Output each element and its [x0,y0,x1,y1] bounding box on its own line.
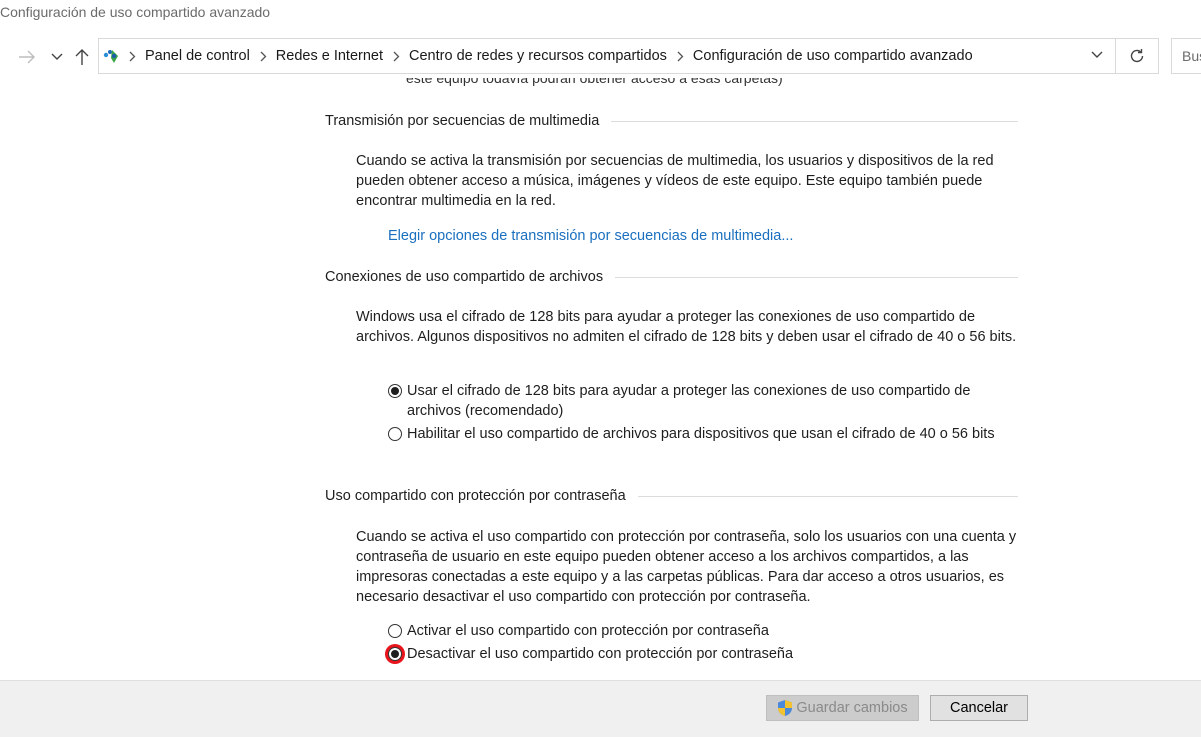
radio-button[interactable] [388,647,402,661]
section-description: Cuando se activa el uso compartido con p… [356,529,1017,605]
section-divider [611,120,1018,122]
radio-option-disable-password-protection[interactable]: Desactivar el uso compartido con protecc… [387,644,1007,664]
forward-button[interactable] [17,46,37,68]
shield-icon [778,700,793,716]
search-input[interactable]: Bus [1171,38,1201,74]
chevron-down-icon [51,53,63,60]
address-bar[interactable]: Panel de control Redes e Internet Centro… [98,38,1116,74]
cancel-button[interactable]: Cancelar [930,695,1028,721]
radio-option-128bit[interactable]: Usar el cifrado de 128 bits para ayudar … [387,381,1007,421]
footer-bar: Guardar cambios Cancelar [0,680,1201,737]
chevron-right-icon [677,51,684,62]
up-button[interactable] [72,46,92,68]
radio-button[interactable] [388,624,402,638]
breadcrumb-advanced-sharing[interactable]: Configuración de uso compartido avanzado [693,48,973,64]
section-password-protection-header: Uso compartido con protección por contra… [325,488,1018,504]
radio-button[interactable] [388,427,402,441]
chevron-right-icon [260,51,267,62]
save-changes-button[interactable]: Guardar cambios [766,695,919,721]
window-title: Configuración de uso compartido avanzado [0,4,271,20]
arrow-up-icon [75,49,89,65]
arrow-right-icon [19,50,35,64]
recent-locations-button[interactable] [47,46,67,68]
section-title: Conexiones de uso compartido de archivos [325,269,604,285]
radio-label: Habilitar el uso compartido de archivos … [407,426,995,442]
breadcrumb-network-sharing-center[interactable]: Centro de redes y recursos compartidos [409,48,667,64]
radio-label: Usar el cifrado de 128 bits para ayudar … [407,383,971,419]
refresh-icon [1130,49,1144,63]
radio-label: Activar el uso compartido con protección… [407,623,769,639]
radio-button[interactable] [388,384,402,398]
chevron-right-icon [393,51,400,62]
address-dropdown-button[interactable] [1091,51,1103,59]
control-panel-icon [103,47,121,65]
navigation-bar: Panel de control Redes e Internet Centro… [0,36,1201,78]
section-media-streaming-header: Transmisión por secuencias de multimedia [325,113,1018,129]
section-title: Transmisión por secuencias de multimedia [325,113,600,129]
refresh-button[interactable] [1116,38,1159,74]
section-description: Cuando se activa la transmisión por secu… [356,153,994,209]
section-divider [615,276,1018,278]
radio-label: Desactivar el uso compartido con protecc… [407,646,794,662]
section-title: Uso compartido con protección por contra… [325,488,626,504]
radio-option-40-56bit[interactable]: Habilitar el uso compartido de archivos … [387,424,1007,444]
save-changes-label: Guardar cambios [796,700,908,716]
section-description: Windows usa el cifrado de 128 bits para … [356,309,1017,345]
radio-option-enable-password-protection[interactable]: Activar el uso compartido con protección… [387,621,1007,641]
chevron-down-icon [1091,51,1103,58]
breadcrumb-control-panel[interactable]: Panel de control [145,48,250,64]
media-streaming-options-link[interactable]: Elegir opciones de transmisión por secue… [388,228,793,244]
clipped-text: este equipo todavía podrán obtener acces… [406,78,783,86]
settings-content: este equipo todavía podrán obtener acces… [0,78,1201,680]
chevron-right-icon [129,51,136,62]
section-file-sharing-header: Conexiones de uso compartido de archivos [325,269,1018,285]
breadcrumb-network-internet[interactable]: Redes e Internet [276,48,383,64]
section-divider [637,495,1018,497]
